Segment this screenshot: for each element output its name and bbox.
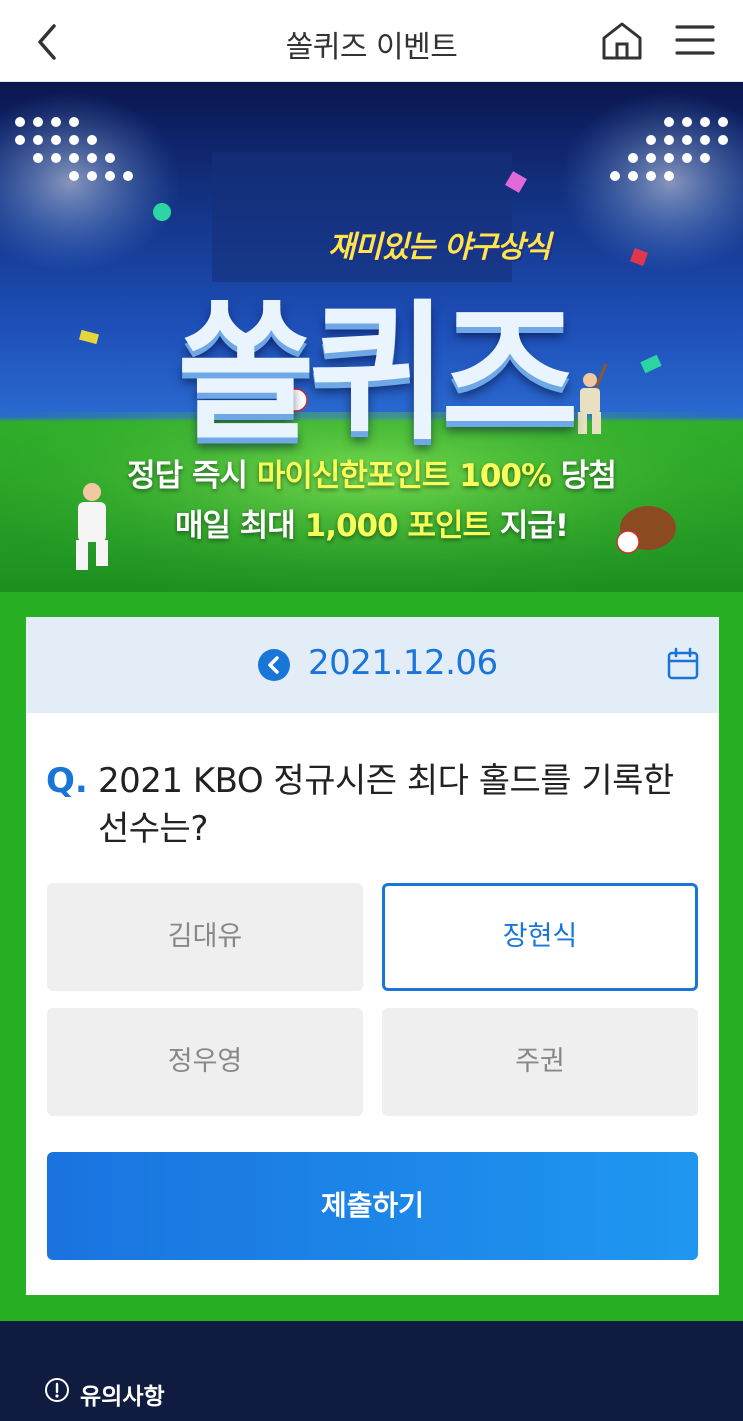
menu-button[interactable] bbox=[674, 22, 716, 58]
quiz-question: Q. 2021 KBO 정규시즌 최다 홀드를 기록한 선수는? bbox=[46, 757, 696, 853]
info-circle-icon bbox=[44, 1377, 70, 1403]
calendar-icon bbox=[667, 647, 699, 680]
prev-date-button[interactable] bbox=[258, 649, 290, 681]
notice-link[interactable]: 유의사항 bbox=[80, 1377, 165, 1411]
home-button[interactable] bbox=[600, 20, 644, 62]
answer-option-4[interactable]: 주권 bbox=[382, 1008, 698, 1116]
banner-highlight-2: 1,000 포인트 bbox=[304, 508, 491, 544]
date-selector: 2021.12.06 bbox=[26, 617, 719, 713]
submit-button[interactable]: 제출하기 bbox=[47, 1152, 698, 1260]
chevron-left-circle-icon bbox=[268, 656, 279, 674]
quiz-date: 2021.12.06 bbox=[308, 643, 498, 683]
footer: 유의사항 bbox=[0, 1321, 743, 1421]
banner-highlight-1: 마이신한포인트 100% bbox=[256, 458, 552, 494]
banner-logo-title: 쏠퀴즈 bbox=[176, 287, 579, 461]
answer-option-2[interactable]: 장현식 bbox=[382, 883, 698, 991]
question-text: 2021 KBO 정규시즌 최다 홀드를 기록한 선수는? bbox=[98, 761, 674, 849]
quiz-card: 2021.12.06 Q. 2021 KBO 정규시즌 최다 홀드를 기록한 선… bbox=[26, 617, 719, 1295]
answer-option-1[interactable]: 김대유 bbox=[47, 883, 363, 991]
banner-line-1: 정답 즉시 마이신한포인트 100% 당첨 bbox=[127, 458, 617, 494]
answer-option-3[interactable]: 정우영 bbox=[47, 1008, 363, 1116]
calendar-button[interactable] bbox=[666, 647, 700, 681]
question-marker: Q. bbox=[46, 761, 88, 801]
banner-line-2: 매일 최대 1,000 포인트 지급! bbox=[174, 508, 569, 544]
top-nav-bar: 쏠퀴즈 이벤트 bbox=[0, 0, 743, 82]
home-icon bbox=[602, 22, 642, 60]
hamburger-menu-icon bbox=[675, 25, 715, 55]
event-banner: 재미있는 야구상식 쏠퀴즈 정답 즉시 마이신한포인트 100% 당첨 매일 최… bbox=[0, 82, 743, 622]
